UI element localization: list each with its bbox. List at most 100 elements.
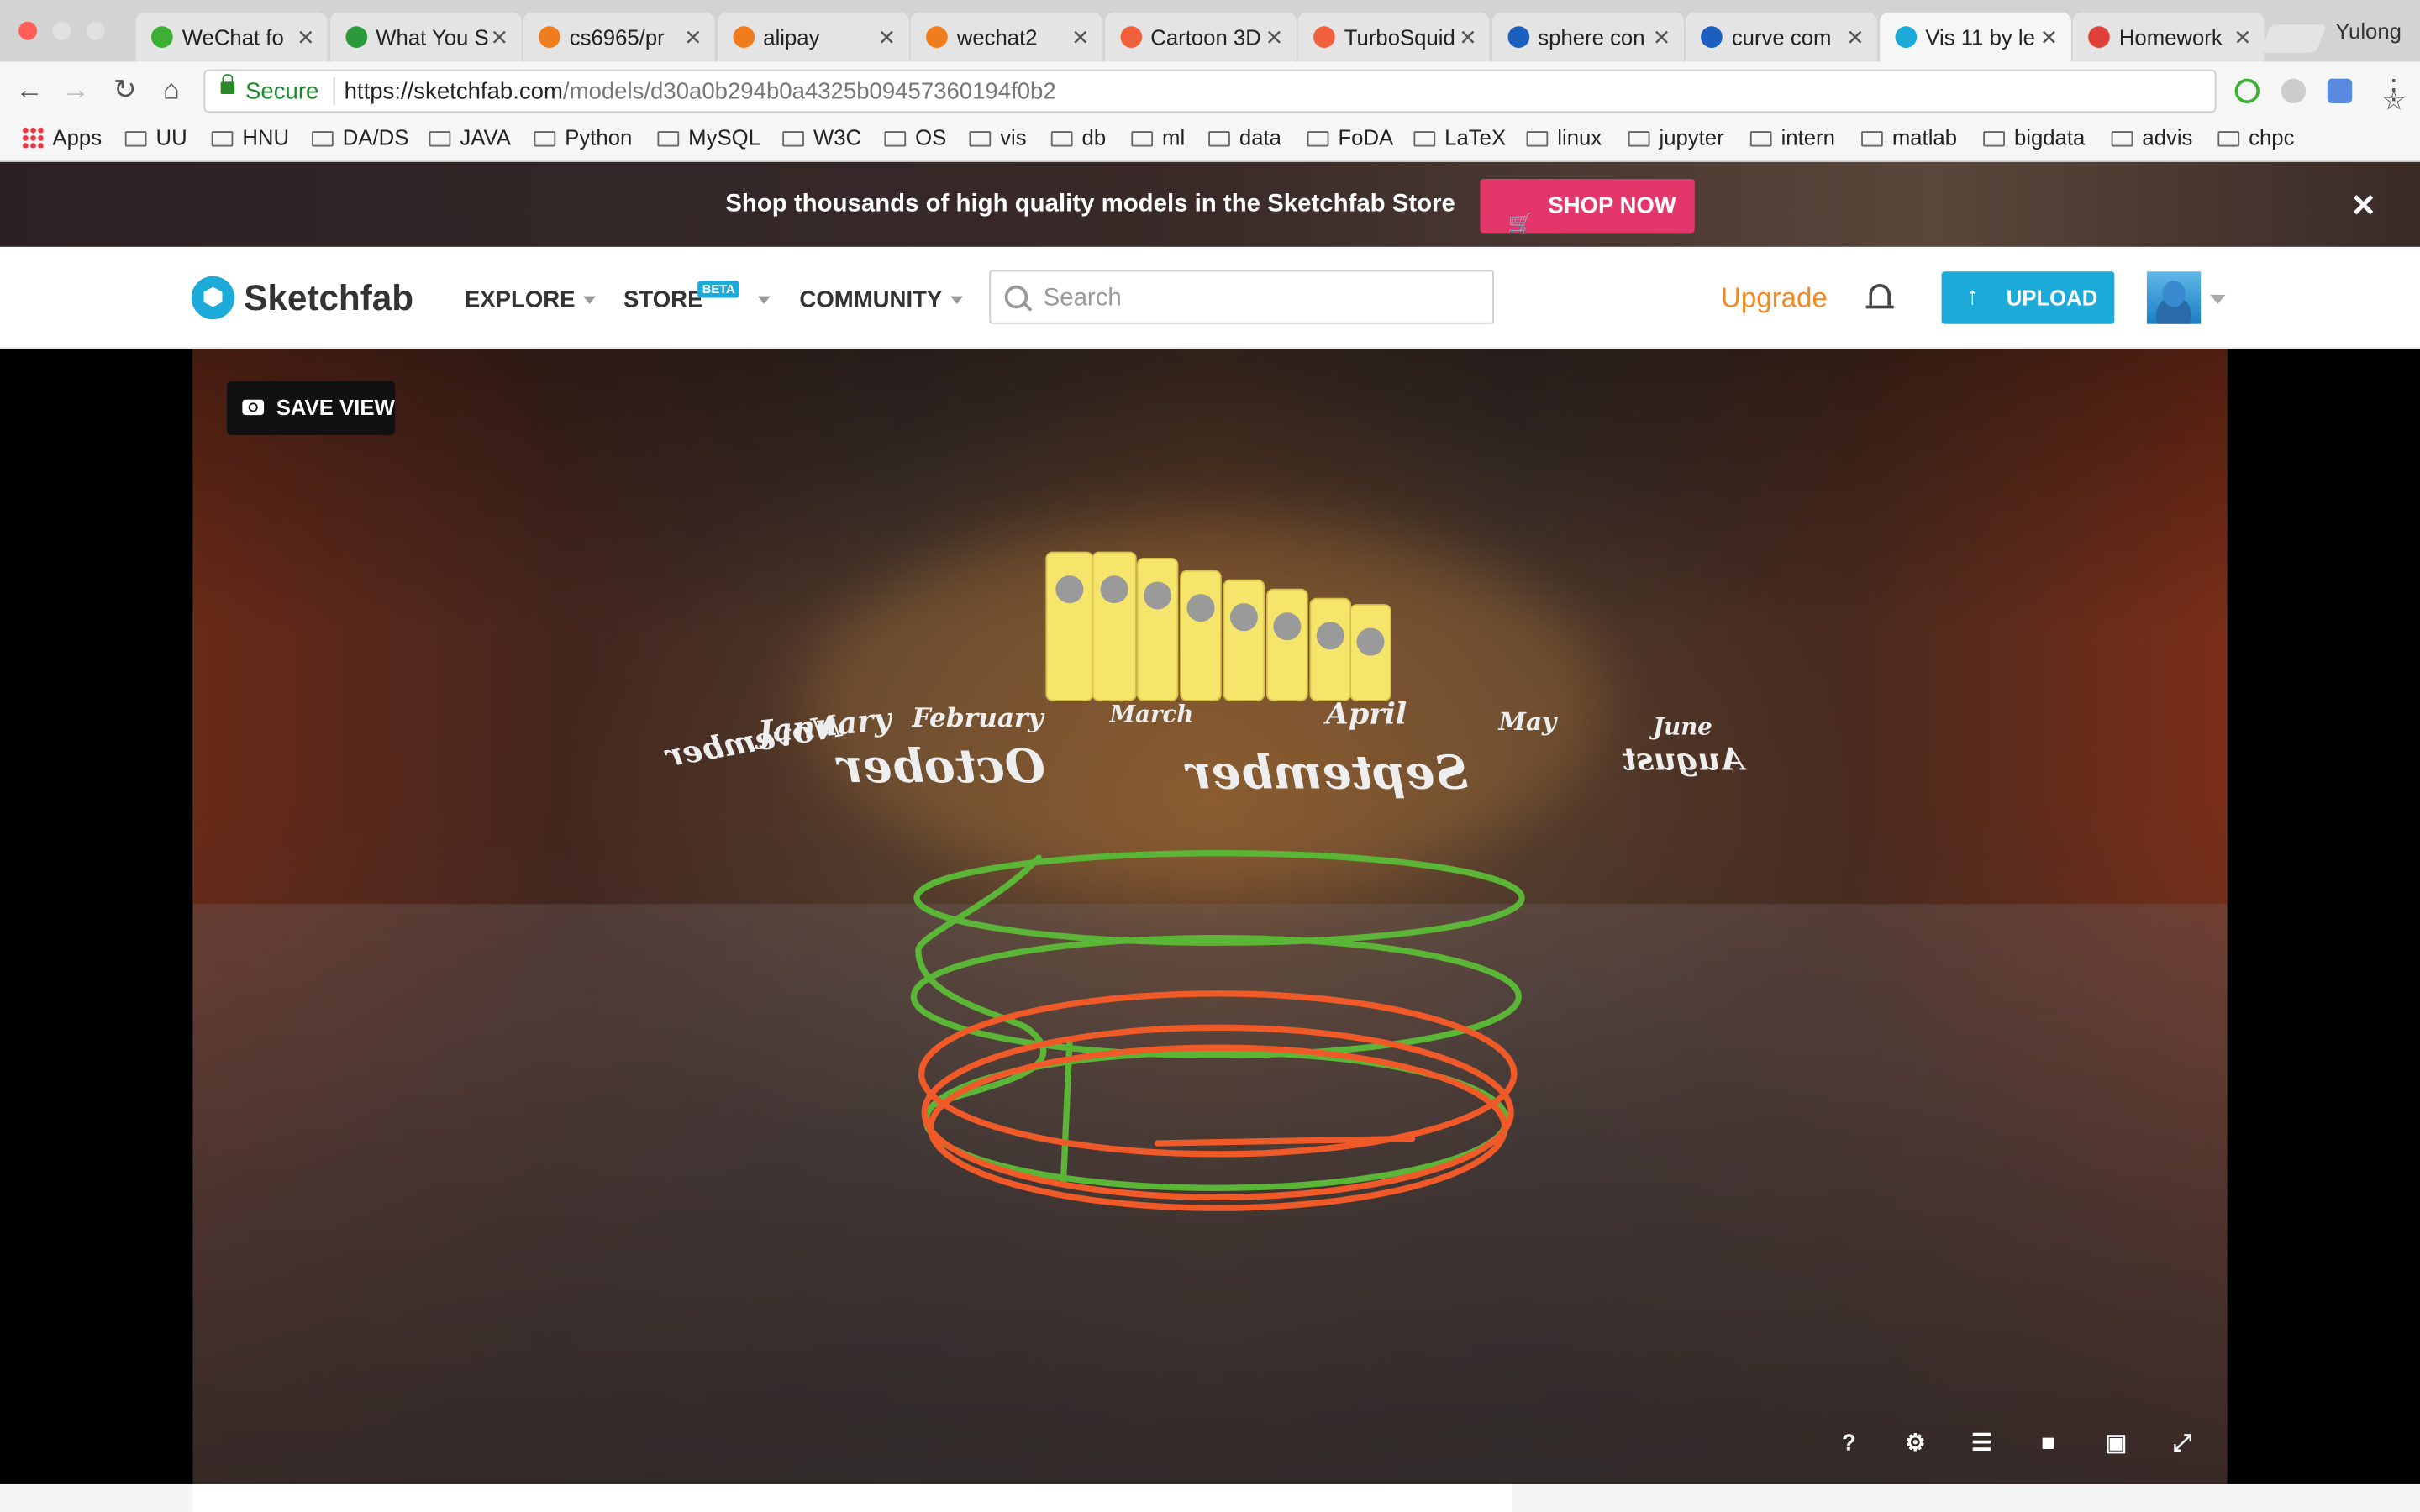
folder-icon — [1131, 131, 1154, 147]
bookmark-folder[interactable]: intern — [1749, 125, 1835, 150]
figure-icon — [1100, 575, 1128, 604]
browser-tab[interactable]: TurboSquid ✕ — [1297, 12, 1490, 62]
bookmark-folder[interactable]: jupyter — [1628, 125, 1724, 150]
bookmark-folder[interactable]: db — [1050, 125, 1106, 150]
bookmark-label: JAVA — [460, 124, 511, 150]
bookmark-label: FoDA — [1338, 124, 1394, 150]
bookmark-folder[interactable]: FoDA — [1307, 125, 1393, 150]
bookmark-folder[interactable]: W3C — [782, 125, 861, 150]
grammarly-extension-icon[interactable] — [2234, 78, 2260, 104]
camera-icon — [242, 399, 265, 416]
browser-tab[interactable]: Vis 11 by le ✕ — [1879, 12, 2070, 62]
window-maximize-button[interactable] — [86, 21, 105, 40]
folder-icon — [429, 131, 451, 147]
folder-icon — [2111, 131, 2133, 147]
new-tab-button[interactable] — [2260, 24, 2327, 53]
profile-name[interactable]: Yulong — [2335, 18, 2402, 43]
bookmark-apps[interactable]: Apps — [21, 125, 102, 150]
bookmark-folder[interactable]: chpc — [2217, 125, 2294, 150]
tab-favicon-icon — [151, 26, 173, 48]
reload-icon[interactable]: ↻ — [108, 74, 142, 107]
folder-icon — [1413, 131, 1436, 147]
tab-close-icon[interactable]: ✕ — [1459, 13, 1477, 62]
bookmark-folder[interactable]: LaTeX — [1413, 125, 1506, 150]
upgrade-link[interactable]: Upgrade — [1721, 282, 1828, 315]
tab-close-icon[interactable]: ✕ — [1846, 13, 1865, 62]
tab-title: sphere con — [1538, 24, 1645, 50]
sketchfab-logo-icon[interactable] — [191, 276, 235, 320]
month-label: May — [1498, 706, 1557, 737]
url-separator — [333, 76, 335, 105]
bookmark-folder[interactable]: JAVA — [429, 125, 511, 150]
tab-close-icon[interactable]: ✕ — [491, 13, 509, 62]
red-ring-group — [918, 990, 1518, 1211]
browser-tab[interactable]: sphere con ✕ — [1491, 12, 1683, 62]
tab-close-icon[interactable]: ✕ — [1071, 13, 1090, 62]
address-bar[interactable]: Secure https://sketchfab.com/models/d30a… — [203, 69, 2407, 116]
tab-close-icon[interactable]: ✕ — [2040, 13, 2059, 62]
upload-arrow-icon: ↑ — [1966, 283, 1979, 311]
url-text: https://sketchfab.com/models/d30a0b294b0… — [345, 79, 1056, 105]
tab-close-icon[interactable]: ✕ — [878, 13, 897, 62]
gear-icon[interactable]: ⚙ — [1900, 1429, 1931, 1460]
bookmark-folder[interactable]: advis — [2111, 125, 2192, 150]
bookmark-folder[interactable]: matlab — [1861, 125, 1957, 150]
bookmark-folder[interactable]: bigdata — [1983, 125, 2085, 150]
drive-extension-icon[interactable] — [2281, 78, 2307, 104]
fullscreen-icon[interactable]: ⤢ — [2167, 1429, 2198, 1460]
close-icon[interactable]: ✕ — [2350, 186, 2376, 225]
browser-tab[interactable]: Homework ✕ — [2072, 12, 2265, 62]
figure-icon — [1055, 575, 1084, 604]
bookmark-folder[interactable]: DA/DS — [312, 125, 408, 150]
chevron-down-icon[interactable] — [2210, 294, 2226, 304]
forward-arrow-icon[interactable]: → — [59, 74, 92, 107]
window-minimize-button[interactable] — [52, 21, 71, 40]
bookmark-folder[interactable]: Python — [534, 125, 632, 150]
bookmark-folder[interactable]: linux — [1526, 125, 1602, 150]
bookmark-folder[interactable]: ml — [1131, 125, 1185, 150]
tab-favicon-icon — [1894, 26, 1917, 48]
tab-close-icon[interactable]: ✕ — [2233, 13, 2252, 62]
shop-now-button[interactable]: 🛒 SHOP NOW — [1480, 179, 1695, 234]
embed-icon[interactable]: ▣ — [2101, 1429, 2132, 1460]
model-viewer[interactable]: January February March April May June August Oc… — [192, 349, 2228, 1484]
browser-menu-icon[interactable]: ⋮ — [2380, 74, 2407, 107]
bookmark-folder[interactable]: data — [1208, 125, 1281, 150]
nav-explore[interactable]: EXPLORE — [465, 287, 596, 313]
tab-close-icon[interactable]: ✕ — [297, 13, 315, 62]
browser-tab[interactable]: cs6965/pr ✕ — [523, 12, 715, 62]
window-close-button[interactable] — [18, 21, 38, 40]
tab-close-icon[interactable]: ✕ — [1265, 13, 1284, 62]
nav-community[interactable]: COMMUNITY — [799, 287, 963, 313]
search-input[interactable] — [1039, 271, 1479, 326]
vr-headset-icon[interactable]: ■ — [2033, 1429, 2064, 1460]
tab-close-icon[interactable]: ✕ — [684, 13, 702, 62]
tab-close-icon[interactable]: ✕ — [1653, 13, 1671, 62]
browser-tab[interactable]: What You S ✕ — [329, 12, 521, 62]
bookmark-folder[interactable]: UU — [124, 125, 187, 150]
avatar[interactable] — [2146, 271, 2202, 324]
bell-icon[interactable] — [1865, 283, 1894, 309]
help-icon[interactable]: ? — [1833, 1429, 1865, 1460]
figure-icon — [1316, 622, 1344, 650]
back-arrow-icon[interactable]: ← — [13, 74, 46, 107]
browser-tab[interactable]: wechat2 ✕ — [910, 12, 1102, 62]
tab-title: cs6965/pr — [569, 24, 665, 50]
browser-tab[interactable]: WeChat fo ✕ — [135, 12, 328, 62]
folder-icon — [1983, 131, 2005, 147]
logo-text[interactable]: Sketchfab — [244, 278, 413, 320]
upload-button[interactable]: ↑ UPLOAD — [1941, 271, 2115, 324]
bookmark-folder[interactable]: MySQL — [657, 125, 760, 150]
save-view-button[interactable]: SAVE VIEW — [227, 381, 396, 435]
bookmark-folder[interactable]: vis — [969, 125, 1027, 150]
browser-tab[interactable]: alipay ✕ — [717, 12, 908, 62]
translate-extension-icon[interactable] — [2327, 78, 2353, 104]
nav-store-label: STORE — [623, 286, 703, 313]
browser-tab[interactable]: Cartoon 3D ✕ — [1104, 12, 1296, 62]
browser-tab[interactable]: curve com ✕ — [1685, 12, 1877, 62]
home-icon[interactable]: ⌂ — [155, 74, 188, 107]
bookmark-folder[interactable]: OS — [884, 125, 946, 150]
bookmark-folder[interactable]: HNU — [211, 125, 289, 150]
layers-icon[interactable]: ☰ — [1966, 1429, 1997, 1460]
apps-grid-icon — [21, 126, 44, 149]
